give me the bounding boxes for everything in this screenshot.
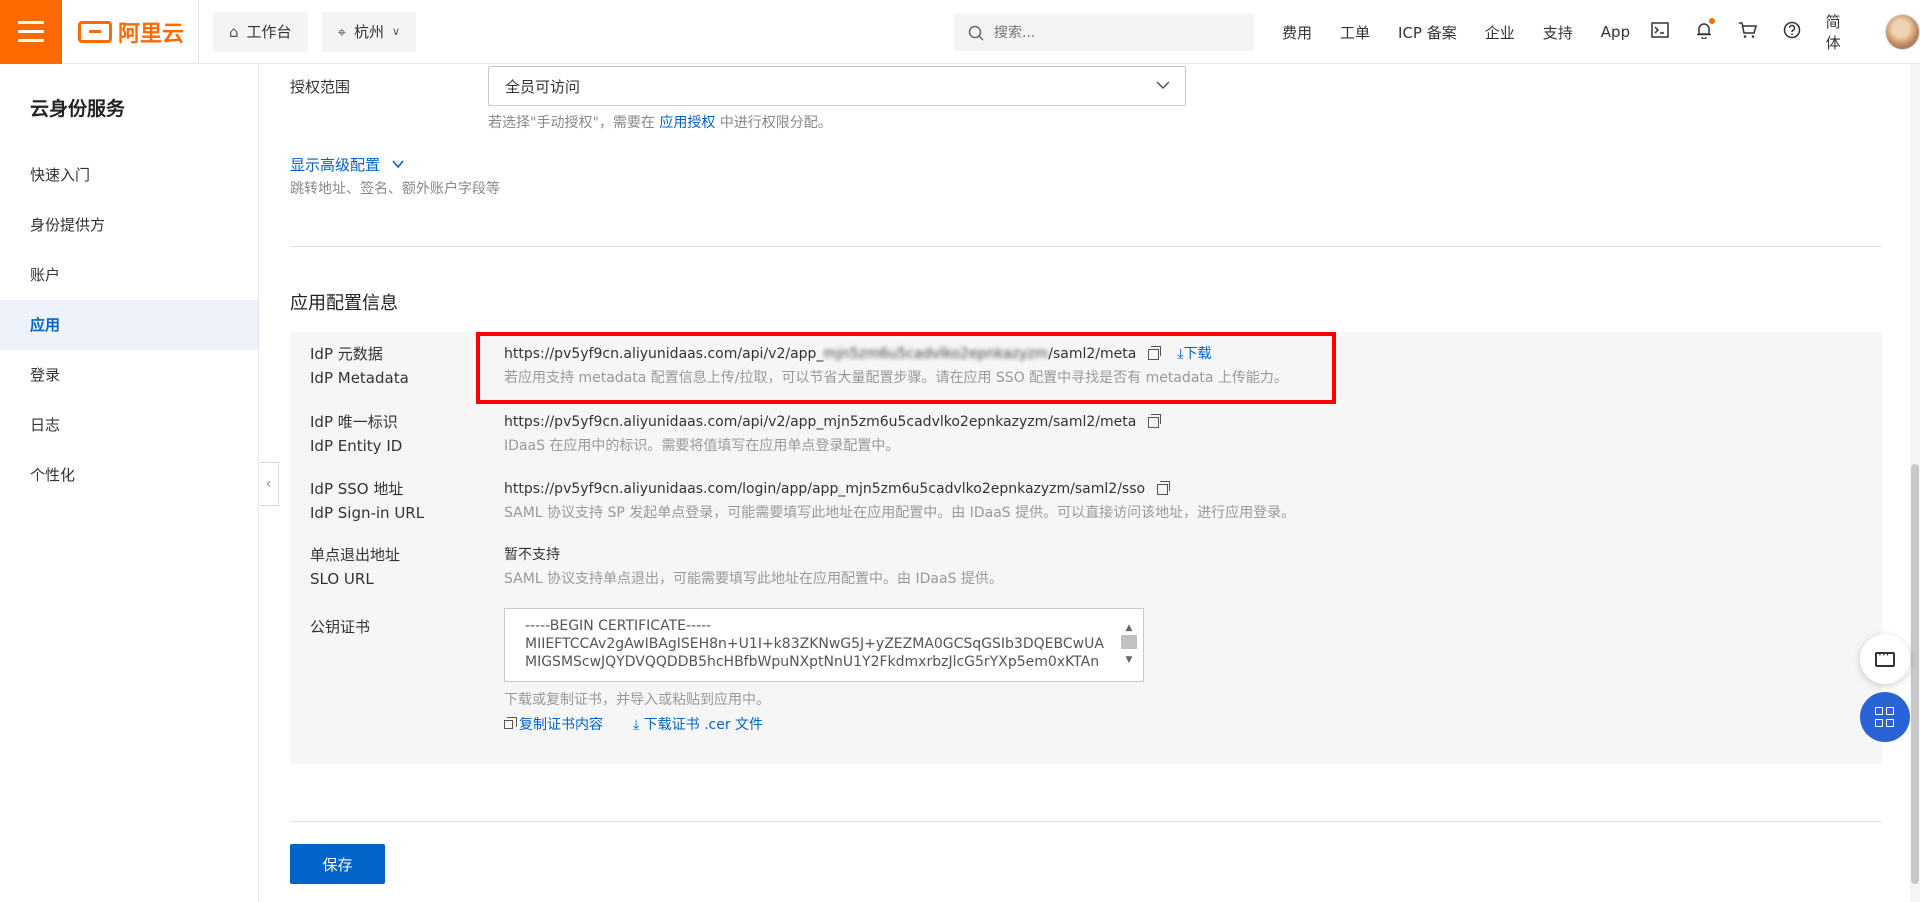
advanced-config-desc: 跳转地址、签名、额外账户字段等 — [290, 181, 500, 197]
nav-link-icp[interactable]: ICP 备案 — [1398, 22, 1457, 43]
download-icon: ⤓ — [633, 717, 644, 733]
sidebar-collapse-button[interactable]: ‹ — [259, 462, 279, 506]
search-input[interactable] — [994, 24, 1214, 41]
region-selector[interactable]: ⌖ 杭州 ∨ — [321, 11, 417, 52]
save-button[interactable]: 保存 — [290, 844, 385, 884]
certificate-textarea[interactable]: -----BEGIN CERTIFICATE----- MIIEFTCCAv2g… — [504, 608, 1144, 682]
slo-url-label: 单点退出地址 SLO URL — [310, 546, 401, 588]
workbench-button[interactable]: ⌂ 工作台 — [213, 11, 308, 52]
scroll-down-arrow-icon[interactable]: ▼ — [1121, 651, 1137, 665]
aliyun-logo[interactable]: 阿里云 — [78, 0, 200, 64]
main-content: 授权范围 全员可访问 若选择"手动授权"，需要在 应用授权 中进行权限分配。 显… — [290, 64, 1882, 902]
app-config-section-title: 应用配置信息 — [290, 293, 398, 314]
page-scrollbar[interactable] — [1910, 64, 1920, 902]
certificate-scrollbar[interactable]: ▲ ▼ — [1121, 619, 1137, 675]
app-authorization-link[interactable]: 应用授权 — [659, 115, 715, 131]
top-navigation-bar: 阿里云 ⌂ 工作台 ⌖ 杭州 ∨ 费用 工单 ICP 备案 企业 支持 App — [0, 0, 1920, 64]
location-pin-icon: ⌖ — [337, 22, 347, 41]
hamburger-menu-button[interactable] — [0, 0, 62, 64]
search-box[interactable] — [954, 14, 1254, 51]
idp-sso-label: IdP SSO 地址 IdP Sign-in URL — [310, 480, 425, 522]
idp-metadata-label: IdP 元数据 IdP Metadata — [310, 345, 409, 387]
sidebar: 云身份服务 快速入门 身份提供方 账户 应用 登录 日志 个性化 — [0, 64, 259, 902]
apps-float-button[interactable] — [1860, 692, 1910, 742]
nav-link-billing[interactable]: 费用 — [1282, 22, 1312, 43]
top-nav-icons: 简体 — [1638, 0, 1920, 64]
slo-url-value: 暂不支持 — [504, 547, 560, 563]
slo-url-desc: SAML 协议支持单点退出，可能需要填写此地址在应用配置中。由 IDaaS 提供… — [504, 571, 1003, 587]
public-cert-label: 公钥证书 — [310, 618, 371, 636]
download-cert-link[interactable]: ⤓ 下载证书 .cer 文件 — [633, 714, 763, 734]
cart-icon[interactable] — [1726, 21, 1770, 44]
scope-select[interactable]: 全员可访问 — [488, 66, 1186, 106]
help-icon[interactable] — [1770, 21, 1814, 44]
section-divider — [290, 246, 1882, 247]
nav-link-tickets[interactable]: 工单 — [1340, 22, 1370, 43]
top-nav-links: 费用 工单 ICP 备案 企业 支持 App — [1282, 0, 1658, 64]
chevron-down-icon — [392, 160, 404, 169]
idp-sso-url: https://pv5yf9cn.aliyunidaas.com/login/a… — [504, 477, 1171, 501]
sidebar-item-personalization[interactable]: 个性化 — [0, 450, 258, 500]
nav-link-app[interactable]: App — [1601, 23, 1630, 41]
chat-bubble-icon — [1875, 648, 1895, 667]
search-icon — [968, 25, 984, 41]
chevron-down-icon: ∨ — [392, 25, 401, 38]
scope-hint: 若选择"手动授权"，需要在 应用授权 中进行权限分配。 — [488, 115, 832, 131]
user-avatar[interactable] — [1884, 14, 1920, 50]
apps-grid-icon — [1875, 707, 1895, 727]
show-advanced-config-link[interactable]: 显示高级配置 — [290, 154, 405, 175]
page-scrollbar-thumb[interactable] — [1911, 464, 1919, 884]
sidebar-title: 云身份服务 — [30, 98, 126, 120]
copy-icon[interactable] — [1148, 413, 1162, 428]
chevron-left-icon: ‹ — [265, 476, 272, 492]
copy-icon[interactable] — [1157, 480, 1171, 495]
idp-entity-id-value: https://pv5yf9cn.aliyunidaas.com/api/v2/… — [504, 410, 1162, 434]
idp-sso-desc: SAML 协议支持 SP 发起单点登录，可能需要填写此地址在应用配置中。由 ID… — [504, 505, 1296, 521]
nav-link-support[interactable]: 支持 — [1543, 22, 1573, 43]
language-switch[interactable]: 简体 — [1826, 11, 1855, 53]
cert-actions: 复制证书内容 ⤓ 下载证书 .cer 文件 — [504, 714, 763, 734]
sidebar-item-applications[interactable]: 应用 — [0, 300, 258, 350]
sidebar-item-quickstart[interactable]: 快速入门 — [0, 150, 258, 200]
home-icon: ⌂ — [229, 22, 239, 41]
scroll-up-arrow-icon[interactable]: ▲ — [1121, 619, 1137, 633]
nav-link-enterprise[interactable]: 企业 — [1485, 22, 1515, 43]
sidebar-item-accounts[interactable]: 账户 — [0, 250, 258, 300]
sidebar-item-identity-providers[interactable]: 身份提供方 — [0, 200, 258, 250]
scrollbar-thumb[interactable] — [1121, 635, 1137, 649]
footer-divider — [290, 821, 1882, 822]
sidebar-item-logs[interactable]: 日志 — [0, 400, 258, 450]
cert-desc: 下载或复制证书，并导入或粘贴到应用中。 — [504, 692, 770, 708]
logo-mark-icon — [78, 20, 112, 43]
sidebar-item-login[interactable]: 登录 — [0, 350, 258, 400]
bell-icon[interactable] — [1682, 17, 1726, 44]
chevron-down-icon — [1156, 81, 1170, 90]
idp-entity-id-desc: IDaaS 在应用中的标识。需要将值填写在应用单点登录配置中。 — [504, 438, 900, 454]
notification-dot — [1708, 17, 1715, 24]
copy-icon — [504, 717, 517, 729]
red-highlight-box — [476, 332, 1336, 404]
chat-float-button[interactable] — [1860, 634, 1910, 684]
idp-entity-id-label: IdP 唯一标识 IdP Entity ID — [310, 413, 403, 455]
scope-label: 授权范围 — [290, 78, 351, 96]
copy-cert-link[interactable]: 复制证书内容 — [504, 714, 603, 734]
terminal-icon[interactable] — [1638, 21, 1682, 43]
